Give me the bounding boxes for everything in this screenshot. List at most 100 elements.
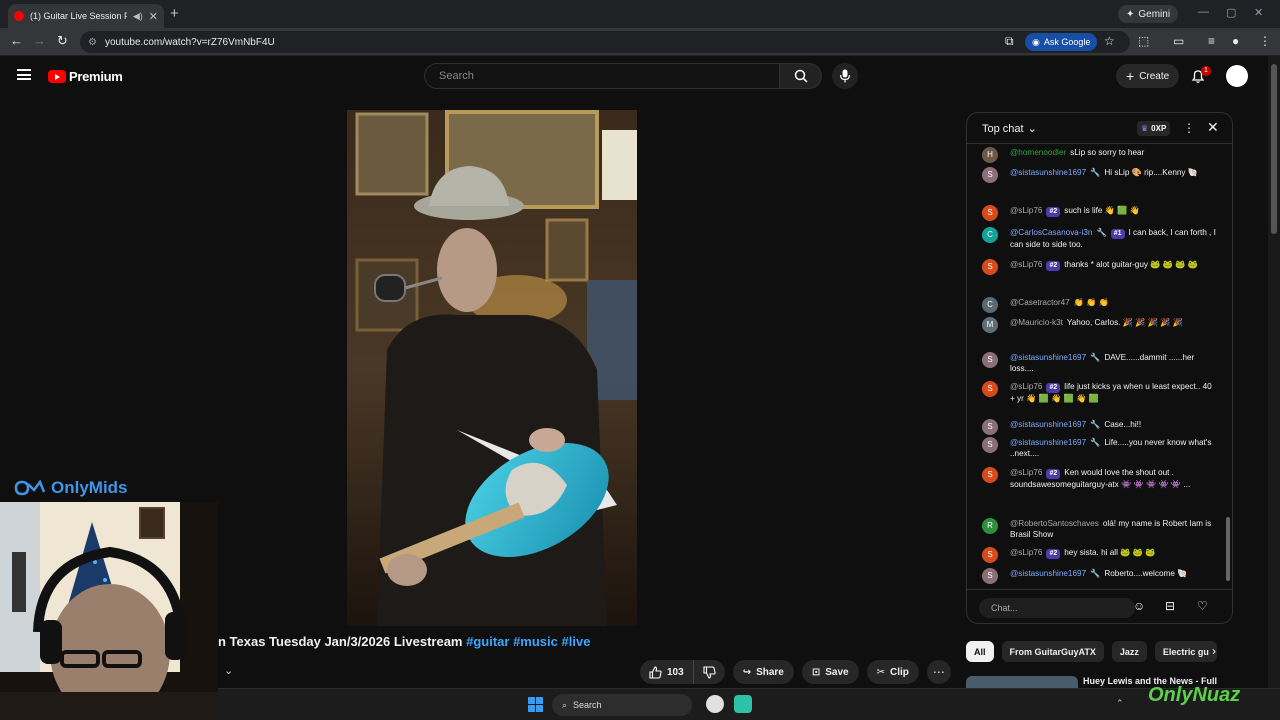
url-field[interactable]: ⚙ youtube.com/watch?v=rZ76VmNbF4U bbox=[80, 31, 1130, 53]
chat-message[interactable]: S @sLip76 #2 hey sista. hi all 🐸 🐸 🐸 bbox=[982, 547, 1218, 563]
chat-avatar[interactable]: M bbox=[982, 317, 998, 333]
chat-avatar[interactable]: S bbox=[982, 352, 998, 368]
site-info-icon[interactable]: ⚙ bbox=[88, 37, 97, 48]
taskbar-search[interactable]: ⌕ Search bbox=[552, 694, 692, 716]
chat-message[interactable]: H @homenoodler sLip so sorry to hear bbox=[982, 147, 1218, 163]
chat-author[interactable]: @sLip76 bbox=[1010, 206, 1042, 215]
chat-author[interactable]: @sLip76 bbox=[1010, 468, 1042, 477]
chat-message[interactable]: S @sistasunshine1697 🔧 DAVE......dammit ...… bbox=[982, 352, 1218, 374]
top-chat-dropdown[interactable]: Top chat ⌄ bbox=[982, 122, 1037, 136]
chat-author[interactable]: @sistasunshine1697 bbox=[1010, 569, 1086, 578]
create-button[interactable]: + Create bbox=[1116, 64, 1180, 88]
chat-message[interactable]: C @Casetractor47 👏 👏 👏 bbox=[982, 297, 1218, 313]
like-button[interactable]: 103 bbox=[640, 660, 694, 684]
super-chat-icon[interactable]: ⊟ bbox=[1165, 599, 1175, 613]
dislike-button[interactable] bbox=[694, 660, 725, 684]
chip-from-channel[interactable]: From GuitarGuyATX bbox=[1001, 641, 1104, 662]
chat-author[interactable]: @homenoodler bbox=[1010, 148, 1066, 157]
share-button[interactable]: ↪ Share bbox=[732, 660, 794, 684]
chat-avatar[interactable]: S bbox=[982, 167, 998, 183]
hashtag-live[interactable]: #live bbox=[562, 634, 591, 649]
search-button[interactable] bbox=[780, 63, 822, 89]
chat-avatar[interactable]: S bbox=[982, 259, 998, 275]
close-tab-icon[interactable]: ✕ bbox=[149, 10, 158, 23]
browser-tab[interactable]: (1) Guitar Live Session From ◀) ✕ bbox=[8, 4, 164, 28]
close-chat-icon[interactable]: ✕ bbox=[1207, 119, 1219, 136]
windows-start-icon[interactable] bbox=[528, 697, 543, 712]
browser-menu-icon[interactable]: ⋮ bbox=[1259, 34, 1271, 48]
new-tab-button[interactable]: + bbox=[170, 5, 179, 22]
chat-message[interactable]: S @sLip76 #2 Ken would love the shout out .… bbox=[982, 467, 1218, 490]
extensions-icon[interactable]: ⬚ bbox=[1138, 34, 1149, 48]
chat-author[interactable]: @sistasunshine1697 bbox=[1010, 420, 1086, 429]
chat-avatar[interactable]: R bbox=[982, 518, 998, 534]
chat-avatar[interactable]: S bbox=[982, 568, 998, 584]
media-control-icon[interactable]: ≡ bbox=[1208, 34, 1215, 48]
ask-google-button[interactable]: ◉ Ask Google bbox=[1025, 33, 1098, 51]
chat-more-icon[interactable]: ⋮ bbox=[1183, 121, 1195, 135]
chip-jazz[interactable]: Jazz bbox=[1111, 641, 1147, 662]
chat-avatar[interactable]: S bbox=[982, 437, 998, 453]
video-player[interactable] bbox=[347, 110, 637, 626]
chip-electric[interactable]: Electric gu bbox=[1154, 641, 1217, 662]
forward-icon[interactable]: → bbox=[33, 33, 46, 48]
gemini-button[interactable]: ✦ Gemini bbox=[1118, 5, 1179, 23]
heart-icon[interactable]: ♡ bbox=[1197, 599, 1208, 613]
chat-author[interactable]: @sistasunshine1697 bbox=[1010, 438, 1086, 447]
split-view-icon[interactable]: ▭ bbox=[1173, 34, 1184, 48]
chat-avatar[interactable]: S bbox=[982, 547, 998, 563]
chat-avatar[interactable]: C bbox=[982, 297, 998, 313]
chip-all[interactable]: All bbox=[966, 641, 994, 662]
chat-avatar[interactable]: S bbox=[982, 467, 998, 483]
chat-input[interactable]: Chat... bbox=[979, 598, 1135, 618]
chat-avatar[interactable]: S bbox=[982, 419, 998, 435]
voice-search-button[interactable] bbox=[832, 63, 858, 89]
chips-next-icon[interactable]: › bbox=[1212, 644, 1216, 658]
chat-message[interactable]: S @sLip76 #2 such is life 👋 🟩 👋 bbox=[982, 205, 1218, 221]
profile-icon[interactable]: ● bbox=[1232, 34, 1239, 48]
chat-avatar[interactable]: C bbox=[982, 227, 998, 243]
speaker-icon[interactable]: ◀) bbox=[133, 11, 143, 22]
chat-message[interactable]: S @sLip76 #2 life just kicks ya when u leas… bbox=[982, 381, 1218, 404]
chat-author[interactable]: @sistasunshine1697 bbox=[1010, 353, 1086, 362]
xp-badge[interactable]: ♛ 0XP bbox=[1137, 121, 1171, 136]
chat-author[interactable]: @Casetractor47 bbox=[1010, 298, 1070, 307]
hashtag-music[interactable]: #music bbox=[513, 634, 558, 649]
maximize-icon[interactable]: ▢ bbox=[1226, 6, 1236, 19]
chat-scrollbar[interactable] bbox=[1226, 517, 1230, 581]
youtube-premium-logo[interactable]: Premium bbox=[48, 69, 123, 84]
chat-message[interactable]: S @sLip76 #2 thanks * alot guitar-guy 🐸 🐸 🐸… bbox=[982, 259, 1218, 275]
chat-message[interactable]: R @RobertoSantoschaves olá! my name is Rob… bbox=[982, 518, 1218, 540]
app-taskbar-icon[interactable] bbox=[734, 695, 752, 713]
chat-author[interactable]: @sLip76 bbox=[1010, 260, 1042, 269]
search-input[interactable]: Search bbox=[424, 63, 780, 89]
chat-message[interactable]: S @sistasunshine1697 🔧 Roberto....welcome 🐚 bbox=[982, 568, 1218, 584]
emoji-icon[interactable]: ☺ bbox=[1133, 599, 1145, 613]
hashtag-guitar[interactable]: #guitar bbox=[466, 634, 509, 649]
cast-icon[interactable]: ⧉ bbox=[1005, 34, 1014, 49]
chat-avatar[interactable]: S bbox=[982, 205, 998, 221]
chat-message[interactable]: C @CarlosCasanova-i3n 🔧 #1 I can back, I can… bbox=[982, 227, 1218, 250]
page-scroll-thumb[interactable] bbox=[1271, 64, 1277, 234]
chrome-taskbar-icon[interactable] bbox=[706, 695, 724, 713]
expand-chevron-icon[interactable]: ⌄ bbox=[224, 664, 233, 677]
chat-message[interactable]: S @sistasunshine1697 🔧 Case...hi!! bbox=[982, 419, 1218, 435]
hamburger-menu-icon[interactable] bbox=[17, 69, 31, 80]
chat-author[interactable]: @sistasunshine1697 bbox=[1010, 168, 1086, 177]
account-avatar[interactable] bbox=[1226, 65, 1248, 87]
minimize-icon[interactable]: — bbox=[1198, 6, 1209, 18]
chat-message[interactable]: S @sistasunshine1697 🔧 Hi sLip 🎨 rip....Ken… bbox=[982, 167, 1218, 183]
back-icon[interactable]: ← bbox=[10, 33, 23, 48]
clip-button[interactable]: ✂ Clip bbox=[866, 660, 919, 684]
bookmark-star-icon[interactable]: ☆ bbox=[1104, 34, 1115, 48]
chat-author[interactable]: @sLip76 bbox=[1010, 382, 1042, 391]
chat-avatar[interactable]: H bbox=[982, 147, 998, 163]
save-button[interactable]: ⊡ Save bbox=[801, 660, 859, 684]
chat-message[interactable]: S @sistasunshine1697 🔧 Life.....you never k… bbox=[982, 437, 1218, 459]
tray-chevron-icon[interactable]: ⌃ bbox=[1116, 698, 1124, 709]
chat-author[interactable]: @CarlosCasanova-i3n bbox=[1010, 228, 1093, 237]
page-scrollbar[interactable] bbox=[1268, 56, 1280, 720]
chat-author[interactable]: @sLip76 bbox=[1010, 548, 1042, 557]
chat-message[interactable]: M @Mauricio-k3t Yahoo, Carlos. 🎉 🎉 🎉 🎉 🎉 bbox=[982, 317, 1218, 333]
chat-author[interactable]: @Mauricio-k3t bbox=[1010, 318, 1063, 327]
